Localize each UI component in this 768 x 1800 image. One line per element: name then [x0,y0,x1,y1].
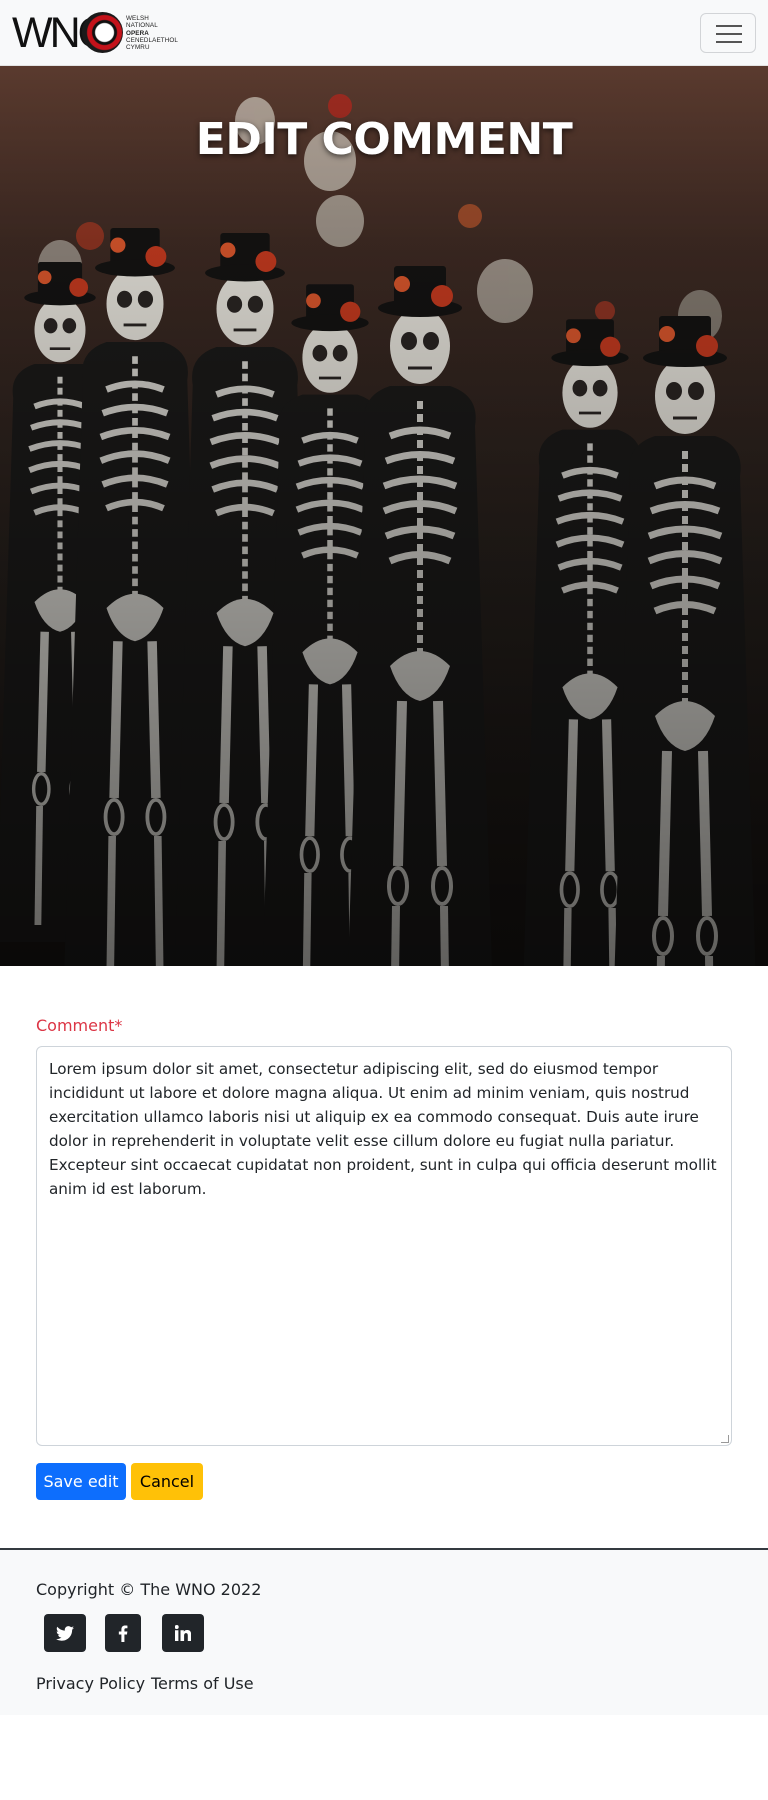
linkedin-icon [175,1625,191,1641]
save-edit-button[interactable]: Save edit [36,1463,126,1500]
footer: Copyright © The WNO 2022 Privacy Policy … [0,1548,768,1715]
comment-label: Comment* [36,1016,123,1035]
facebook-link[interactable] [105,1614,141,1652]
page-title: EDIT COMMENT [195,114,573,165]
twitter-icon [56,1625,74,1641]
terms-of-use-link[interactable]: Terms of Use [151,1674,254,1693]
logo-tagline-line: CYMRU [126,44,150,52]
hero-skeleton-costume-image [0,66,768,966]
nav-toggler-button[interactable] [700,13,756,53]
privacy-policy-link[interactable]: Privacy Policy [36,1674,145,1693]
logo-tagline-line: CENEDLAETHOL [126,36,178,44]
wno-logo[interactable]: WNO WELSH NATIONAL OPERA CENEDLAETHOL CY… [12,12,182,55]
cancel-button[interactable]: Cancel [131,1463,203,1500]
resize-handle-icon[interactable] [721,1435,729,1443]
comment-textarea[interactable]: Lorem ipsum dolor sit amet, consectetur … [36,1046,732,1446]
logo-ring-icon [82,12,123,53]
twitter-link[interactable] [44,1614,86,1652]
logo-tagline-line: WELSH [126,15,149,22]
copyright-text: Copyright © The WNO 2022 [36,1580,262,1599]
logo-tagline-line: OPERA [126,29,149,37]
linkedin-link[interactable] [162,1614,204,1652]
hero-banner: EDIT COMMENT [0,66,768,966]
logo-tagline: WELSH NATIONAL OPERA CENEDLAETHOL CYMRU [126,15,178,51]
navbar: WNO WELSH NATIONAL OPERA CENEDLAETHOL CY… [0,0,768,66]
comment-text: Lorem ipsum dolor sit amet, consectetur … [49,1060,717,1198]
logo-tagline-line: NATIONAL [126,22,158,30]
facebook-icon [118,1624,128,1642]
